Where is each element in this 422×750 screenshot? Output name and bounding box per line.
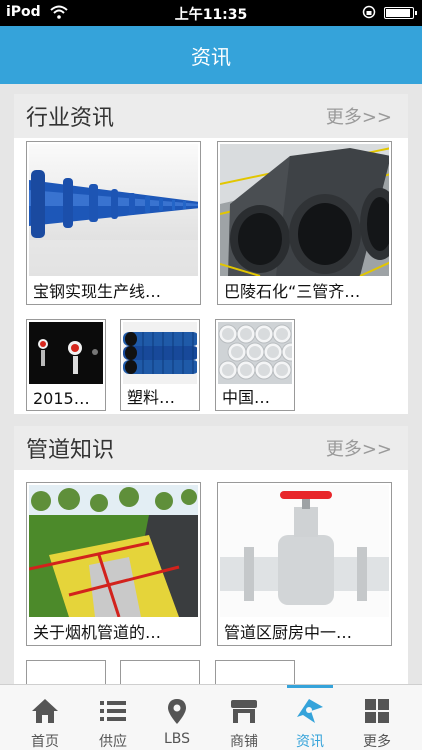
tab-label: 资讯 (296, 734, 324, 750)
tab-bar: 首页 供应 LBS 商铺 资讯 更多 (0, 684, 422, 750)
more-link[interactable]: 更多>> (326, 103, 392, 129)
tab-shop[interactable]: 商铺 (211, 685, 277, 750)
section-industry-news: 行业资讯 更多>> 宝钢实现生产线… 巴陵石化“三管齐… 2015… 塑料… 中… (14, 94, 408, 414)
black-pipes-image (220, 144, 389, 276)
content-area[interactable]: 行业资讯 更多>> 宝钢实现生产线… 巴陵石化“三管齐… 2015… 塑料… 中… (0, 84, 422, 684)
section-title: 行业资讯 (26, 106, 115, 131)
tab-label: 供应 (99, 734, 127, 750)
list-icon (100, 701, 126, 721)
tab-label: 首页 (31, 734, 59, 750)
news-card[interactable]: 管道区厨房中一… (217, 482, 392, 646)
news-card[interactable]: 塑料… (120, 319, 200, 411)
tab-home[interactable]: 首页 (12, 685, 78, 750)
news-caption: 关于烟机管道的… (33, 623, 162, 642)
section-pipeline-knowledge: 管道知识 更多>> 关于烟机管道的… 管道区厨房中一… (14, 426, 408, 684)
news-caption: 塑料… (127, 388, 176, 407)
news-caption: 中国… (222, 388, 271, 407)
status-bar: iPod 上午11:35 (0, 0, 422, 26)
dark-tunnel-image (29, 322, 103, 384)
tab-more[interactable]: 更多 (344, 685, 410, 750)
blue-pipeline-image (29, 144, 198, 276)
tab-lbs[interactable]: LBS (144, 685, 210, 750)
shop-icon (231, 700, 257, 723)
red-valve-image (220, 485, 389, 617)
news-caption: 宝钢实现生产线… (33, 282, 162, 301)
news-card[interactable]: 巴陵石化“三管齐… (217, 141, 392, 305)
tab-label: 更多 (363, 734, 391, 750)
news-caption: 巴陵石化“三管齐… (224, 282, 361, 301)
battery-icon (384, 7, 417, 19)
section-header: 管道知识 更多>> (14, 426, 408, 470)
news-card[interactable] (120, 660, 200, 684)
tab-news[interactable]: 资讯 (277, 685, 343, 750)
news-caption: 管道区厨房中一… (224, 623, 353, 642)
news-card[interactable]: 2015… (26, 319, 106, 411)
news-icon (297, 699, 323, 723)
tab-label: LBS (163, 731, 191, 747)
section-title: 管道知识 (26, 438, 115, 463)
white-pipes-image (218, 322, 292, 384)
section-header: 行业资讯 更多>> (14, 94, 408, 138)
page-title: 资讯 (191, 44, 231, 69)
nav-bar: 资讯 (0, 26, 422, 84)
location-pin-icon (168, 699, 186, 724)
news-card[interactable]: 宝钢实现生产线… (26, 141, 201, 305)
news-card[interactable] (26, 660, 106, 684)
tab-label: 商铺 (230, 734, 258, 750)
tab-supply[interactable]: 供应 (80, 685, 146, 750)
news-card[interactable] (215, 660, 295, 684)
grid-icon (365, 699, 389, 723)
corrugated-pipes-image (123, 322, 197, 384)
news-card[interactable]: 中国… (215, 319, 295, 411)
more-link[interactable]: 更多>> (326, 435, 392, 461)
rotation-lock-icon (362, 5, 376, 19)
news-caption: 2015… (33, 389, 90, 408)
home-icon (32, 699, 58, 723)
status-time: 上午11:35 (174, 7, 248, 23)
news-card[interactable]: 关于烟机管道的… (26, 482, 201, 646)
pipeline-trench-image (29, 485, 198, 617)
